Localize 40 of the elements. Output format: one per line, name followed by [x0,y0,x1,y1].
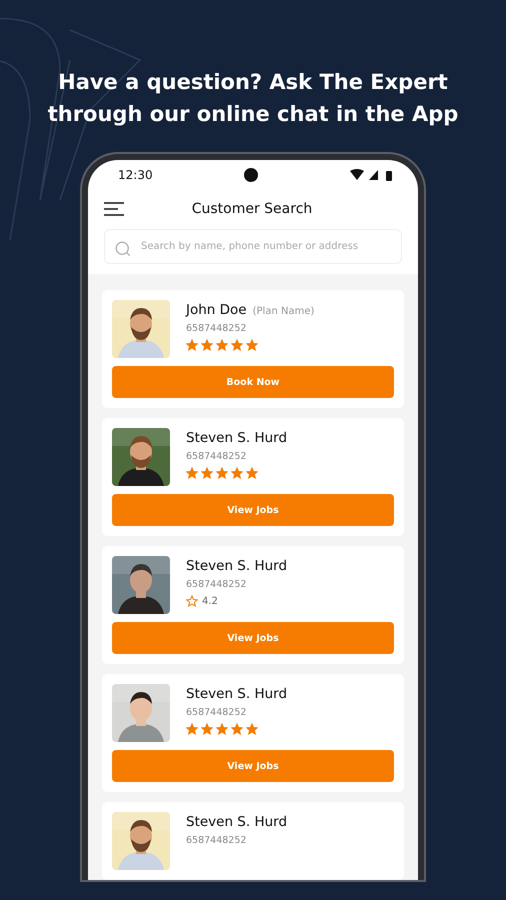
star-icon [231,339,243,351]
customer-name: Steven S. Hurd [186,558,288,574]
phone-number: 6587448252 [186,707,248,718]
star-icon [186,467,198,479]
action-button[interactable]: View Jobs [112,750,394,782]
star-icon [186,339,198,351]
star-icon [231,467,243,479]
menu-icon[interactable] [104,202,124,216]
star-icon [246,723,258,735]
status-icons [350,168,394,181]
customer-name: John Doe [186,302,247,318]
rating-score: 4.2 [202,596,218,606]
star-icon [216,723,228,735]
action-button[interactable]: Book Now [112,366,394,398]
customer-name: Steven S. Hurd [186,686,288,702]
star-icon [201,339,213,351]
screen-title: Customer Search [190,201,314,218]
action-button[interactable]: View Jobs [112,494,394,526]
search-icon [114,240,132,258]
star-icon [201,723,213,735]
plan-name: (Plan Name) [252,306,314,317]
star-icon [216,467,228,479]
phone-number: 6587448252 [186,835,248,846]
phone-number: 6587448252 [186,451,248,462]
star-icon [201,467,213,479]
customer-name: Steven S. Hurd [186,430,288,446]
headline: Have a question? Ask The Expert through our online chat in the App [46,69,460,128]
star-icon [231,723,243,735]
star-icon [186,723,198,735]
customer-name: Steven S. Hurd [186,814,288,830]
star-icon [246,339,258,351]
phone-number: 6587448252 [186,579,248,590]
star-icon [216,339,228,351]
status-time: 12:30 [118,168,153,182]
search-field[interactable]: Search by name, phone number or address [104,229,402,264]
camera-icon [244,168,258,182]
star-icon [186,595,198,607]
action-button[interactable]: View Jobs [112,622,394,654]
phone-number: 6587448252 [186,323,248,334]
star-icon [246,467,258,479]
